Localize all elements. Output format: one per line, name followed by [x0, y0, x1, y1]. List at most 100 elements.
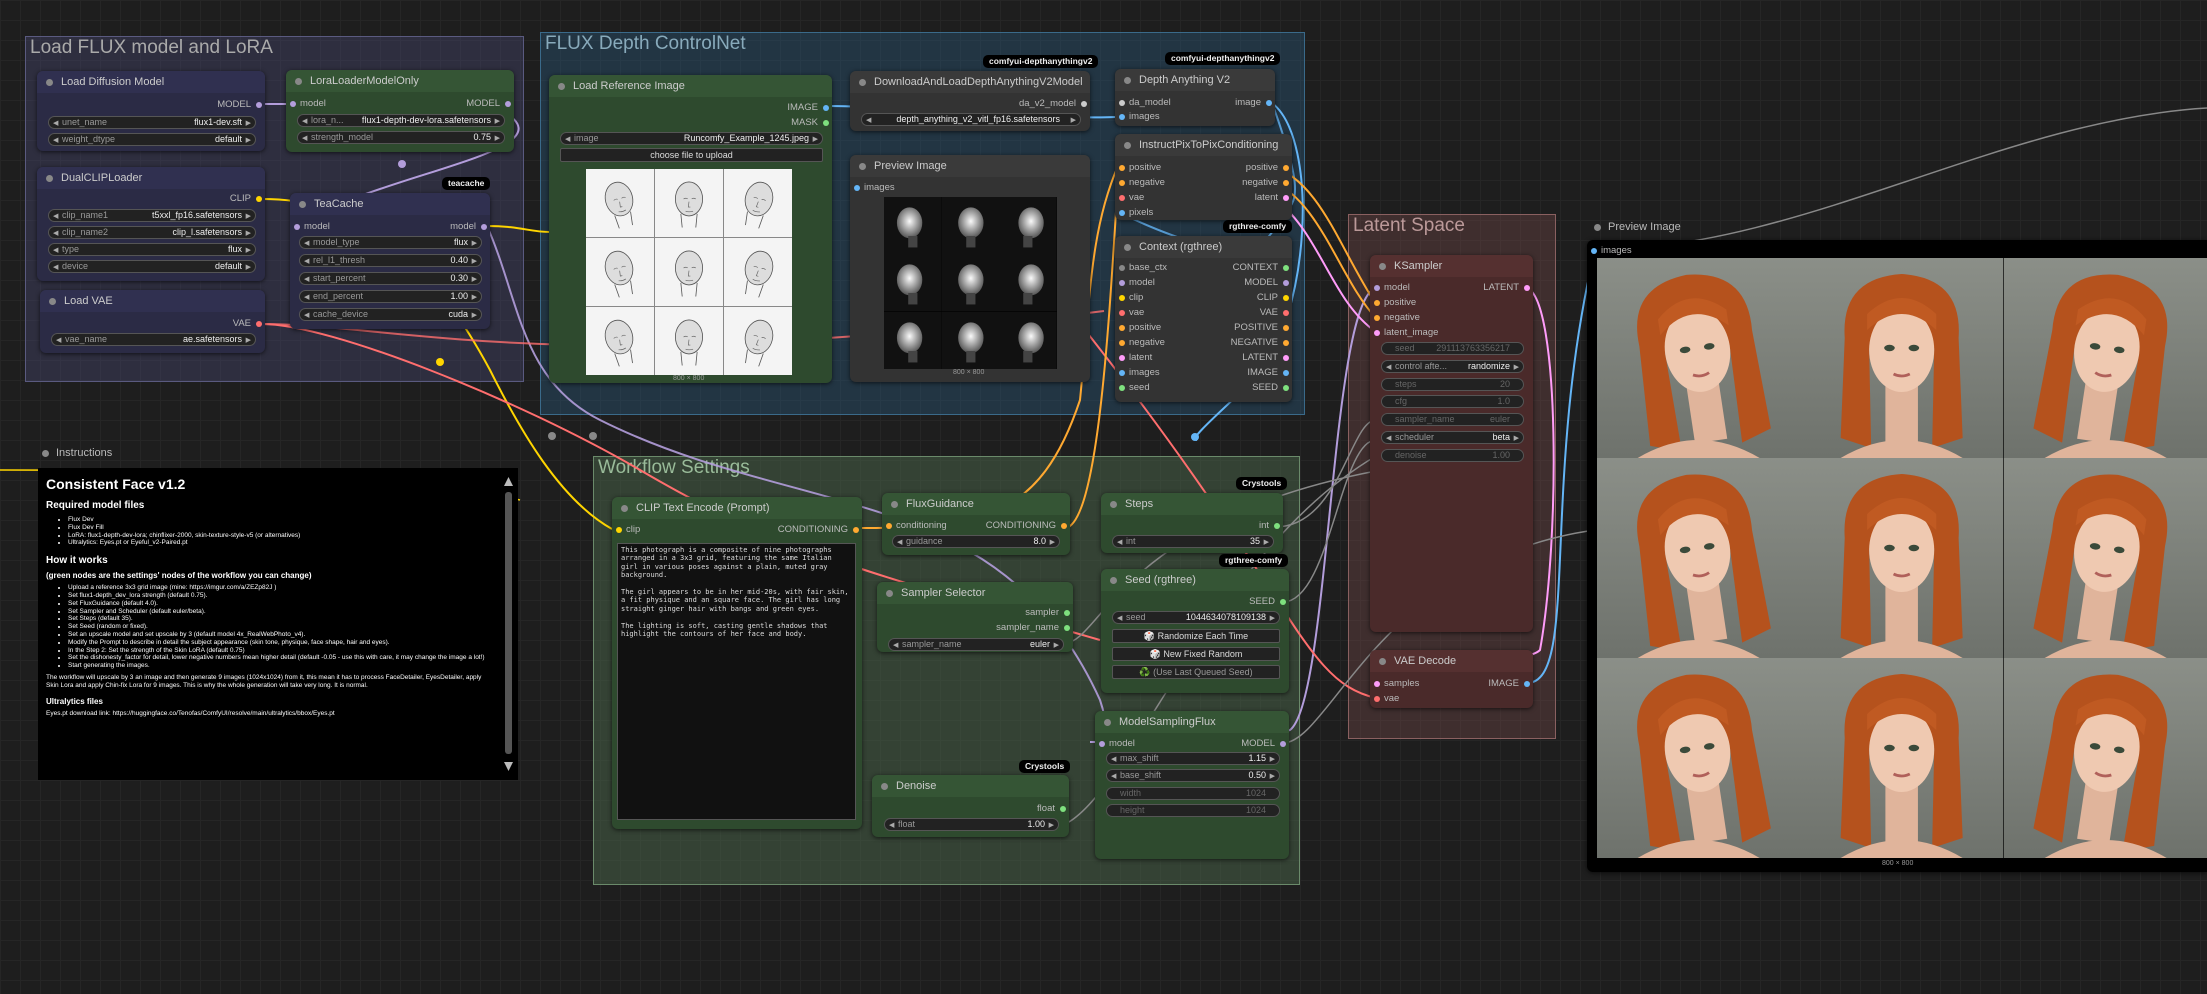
output-latent[interactable]: LATENT	[1242, 352, 1278, 364]
input-base-ctx-slot[interactable]	[1119, 265, 1125, 271]
output-negative-slot[interactable]	[1283, 340, 1289, 346]
collapse-dot[interactable]	[886, 590, 893, 597]
node-title[interactable]: DownloadAndLoadDepthAnythingV2Model	[850, 71, 1090, 93]
output-vae[interactable]: VAE	[1260, 307, 1278, 319]
node-title[interactable]: Depth Anything V2	[1115, 69, 1275, 91]
collapse-dot[interactable]	[1104, 719, 1111, 726]
output-model-slot[interactable]	[1283, 280, 1289, 286]
input-conditioning[interactable]: conditioning	[896, 520, 947, 532]
input-model[interactable]: model	[304, 221, 330, 233]
clip-name1-widget[interactable]: ◀ clip_name1 t5xxl_fp16.safetensors ▶	[48, 209, 256, 222]
output-sampler-name-slot[interactable]	[1064, 625, 1070, 631]
sampler-name-widget[interactable]: ◀ sampler_name euler ▶	[888, 638, 1064, 651]
node-sampler-selector[interactable]: Sampler Selector sampler sampler_name ◀ s…	[877, 582, 1073, 652]
input-latent-slot[interactable]	[1119, 355, 1125, 361]
node-title[interactable]: Context (rgthree)	[1115, 236, 1292, 258]
float-widget[interactable]: ◀ float 1.00 ▶	[884, 818, 1059, 831]
node-clip-text-encode[interactable]: CLIP Text Encode (Prompt) clip CONDITION…	[612, 497, 862, 829]
node-title[interactable]: Preview Image	[850, 155, 1090, 177]
steps-widget[interactable]: steps 20	[1381, 378, 1524, 391]
output-model[interactable]: MODEL	[466, 98, 500, 110]
input-positive[interactable]: positive	[1129, 322, 1161, 334]
node-title[interactable]: Load Reference Image	[549, 75, 832, 97]
use-last-queued-seed-button[interactable]: ♻️ (Use Last Queued Seed)	[1112, 665, 1280, 679]
input-samples-slot[interactable]	[1374, 681, 1380, 687]
node-load-vae[interactable]: Load VAE VAE ◀ vae_name ae.safetensors ▶	[40, 290, 265, 353]
output-da-v2-model-slot[interactable]	[1081, 101, 1087, 107]
output-context[interactable]: CONTEXT	[1233, 262, 1278, 274]
input-negative-slot[interactable]	[1119, 340, 1125, 346]
node-lora-loader[interactable]: LoraLoaderModelOnly model MODEL ◀ lora_n.…	[286, 70, 514, 152]
input-vae[interactable]: vae	[1384, 693, 1399, 705]
start-percent-widget[interactable]: ◀ start_percent 0.30 ▶	[299, 272, 482, 285]
output-model[interactable]: MODEL	[217, 99, 251, 111]
node-title[interactable]: ModelSamplingFlux	[1095, 711, 1289, 733]
node-ksampler[interactable]: KSampler LATENT model positive negative …	[1370, 255, 1533, 632]
input-images[interactable]: images	[1601, 245, 1632, 257]
input-images[interactable]: images	[1129, 111, 1160, 123]
node-title[interactable]: Steps	[1101, 493, 1283, 515]
input-pixels[interactable]: pixels	[1129, 207, 1153, 219]
guidance-widget[interactable]: ◀ guidance 8.0 ▶	[892, 535, 1060, 548]
output-positive[interactable]: POSITIVE	[1234, 322, 1278, 334]
node-load-reference-image[interactable]: Load Reference Image IMAGE MASK ◀ image Ru…	[549, 75, 832, 383]
node-title[interactable]: VAE Decode	[1370, 650, 1533, 672]
node-instructpix2pix[interactable]: InstructPixToPixConditioning positive ne…	[1115, 134, 1292, 220]
choose-file-button[interactable]: choose file to upload	[560, 148, 823, 162]
output-int-slot[interactable]	[1274, 523, 1280, 529]
output-sampler-slot[interactable]	[1064, 610, 1070, 616]
output-latent[interactable]: latent	[1255, 192, 1278, 204]
output-conditioning-slot[interactable]	[853, 527, 859, 533]
output-clip[interactable]: CLIP	[230, 193, 251, 205]
input-vae-slot[interactable]	[1119, 310, 1125, 316]
output-positive[interactable]: positive	[1246, 162, 1278, 174]
output-image[interactable]: IMAGE	[787, 102, 818, 114]
node-title[interactable]: TeaCache	[290, 193, 490, 215]
node-vae-decode[interactable]: VAE Decode samples vae IMAGE	[1370, 650, 1533, 708]
node-steps[interactable]: Steps int ◀ int 35 ▶	[1101, 493, 1283, 553]
collapse-dot[interactable]	[1110, 577, 1117, 584]
input-latent-image-slot[interactable]	[1374, 330, 1380, 336]
input-latent[interactable]: latent	[1129, 352, 1152, 364]
collapse-dot[interactable]	[42, 450, 49, 457]
input-images-slot[interactable]	[1119, 370, 1125, 376]
output-mask-slot[interactable]	[823, 120, 829, 126]
scroll-thumb[interactable]	[505, 492, 512, 754]
scheduler-widget[interactable]: ◀ scheduler beta ▶	[1381, 431, 1524, 444]
node-title[interactable]: LoraLoaderModelOnly	[286, 70, 514, 92]
input-model-slot[interactable]	[290, 101, 296, 107]
input-samples[interactable]: samples	[1384, 678, 1419, 690]
input-images-slot[interactable]	[854, 185, 860, 191]
input-model[interactable]: model	[1129, 277, 1155, 289]
output-model-slot[interactable]	[481, 224, 487, 230]
type-widget[interactable]: ◀ type flux ▶	[48, 243, 256, 256]
output-image-slot[interactable]	[1524, 681, 1530, 687]
output-seed[interactable]: SEED	[1249, 596, 1275, 608]
output-seed[interactable]: SEED	[1252, 382, 1278, 394]
node-model-sampling-flux[interactable]: ModelSamplingFlux model MODEL ◀ max_shift…	[1095, 711, 1289, 859]
input-vae[interactable]: vae	[1129, 192, 1144, 204]
output-model[interactable]: MODEL	[1241, 738, 1275, 750]
output-conditioning-slot[interactable]	[1061, 523, 1067, 529]
input-seed[interactable]: seed	[1129, 382, 1150, 394]
input-vae[interactable]: vae	[1129, 307, 1144, 319]
cfg-widget[interactable]: cfg 1.0	[1381, 395, 1524, 408]
input-model-slot[interactable]	[1099, 741, 1105, 747]
seed-widget[interactable]: seed 291113763356217	[1381, 342, 1524, 355]
input-positive-slot[interactable]	[1119, 165, 1125, 171]
input-vae-slot[interactable]	[1374, 696, 1380, 702]
collapse-dot[interactable]	[1124, 244, 1131, 251]
max-shift-widget[interactable]: ◀ max_shift 1.15 ▶	[1106, 752, 1280, 765]
output-model-slot[interactable]	[256, 102, 262, 108]
control-after-generate-widget[interactable]: ◀ control afte... randomize ▶	[1381, 360, 1524, 373]
node-dual-clip-loader[interactable]: DualCLIPLoader CLIP ◀ clip_name1 t5xxl_fp1…	[37, 167, 265, 281]
vae-name-widget[interactable]: ◀ vae_name ae.safetensors ▶	[51, 333, 256, 346]
output-image-slot[interactable]	[823, 105, 829, 111]
output-model[interactable]: model	[450, 221, 476, 233]
clip-name2-widget[interactable]: ◀ clip_name2 clip_l.safetensors ▶	[48, 226, 256, 239]
node-title[interactable]: Seed (rgthree)	[1101, 569, 1289, 591]
output-float-slot[interactable]	[1060, 806, 1066, 812]
instructions-scrollbar[interactable]	[503, 474, 514, 774]
instructions-panel[interactable]: Consistent Face v1.2 Required model file…	[38, 468, 518, 780]
node-title[interactable]: Load VAE	[40, 290, 265, 312]
